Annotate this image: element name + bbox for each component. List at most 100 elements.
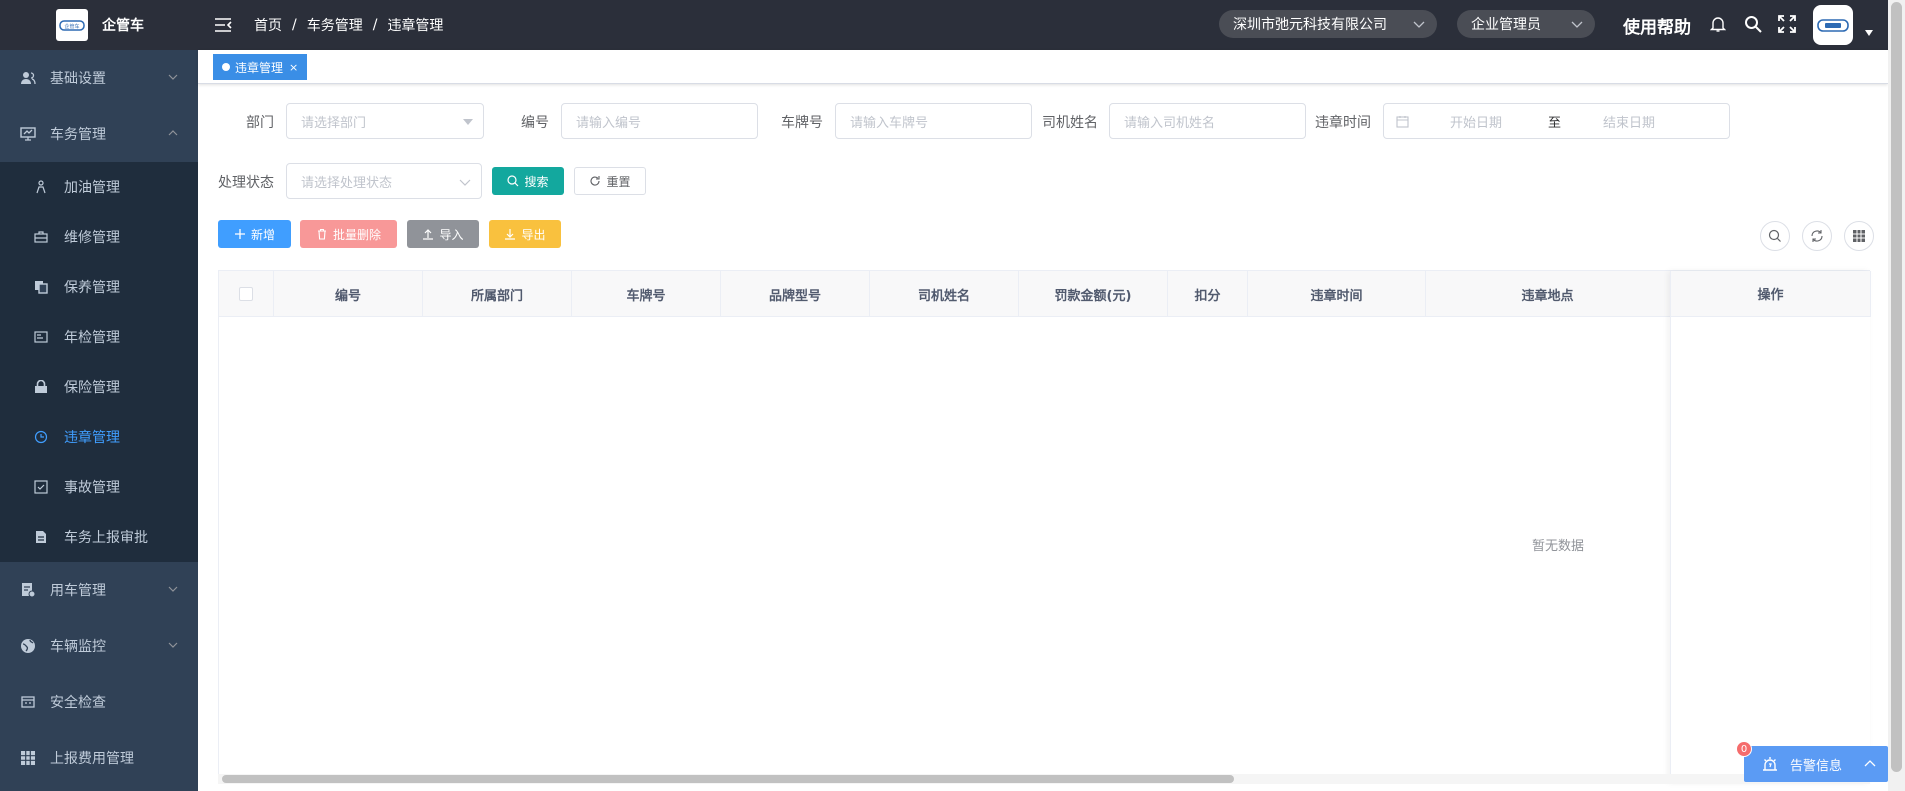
sidebar-group-expense-report[interactable]: 上报费用管理	[0, 730, 198, 786]
sidebar-group-vehicle-usage[interactable]: 用车管理	[0, 562, 198, 618]
column-header-department[interactable]: 所属部门	[423, 271, 572, 317]
sidebar-item-label: 保险管理	[64, 380, 120, 396]
company-select[interactable]: 深圳市弛元科技有限公司	[1219, 10, 1437, 38]
chevron-down-icon	[168, 642, 178, 648]
chevron-down-icon	[168, 74, 178, 80]
tag-violation[interactable]: 违章管理 ×	[213, 54, 308, 80]
refresh-icon	[1811, 230, 1823, 242]
driver-label: 司机姓名	[1042, 115, 1098, 131]
sidebar-group-basic-settings[interactable]: 基础设置	[0, 50, 198, 106]
chevron-down-icon	[1413, 21, 1425, 28]
violation-table: 编号 所属部门 车牌号 品牌型号 司机姓名 罚款金额(元) 扣分 违章时间 违章…	[218, 270, 1871, 784]
column-header-violation-time[interactable]: 违章时间	[1248, 271, 1426, 317]
breadcrumb-current: 违章管理	[387, 18, 444, 34]
sidebar: 企管车 企管车 基础设置 车务管理 加油管理 维修管理 保养管理 年检管理 保险…	[0, 0, 198, 791]
sidebar-item-label: 保养管理	[64, 280, 120, 296]
sidebar-group-safety-check[interactable]: 安全检查	[0, 674, 198, 730]
reset-button[interactable]: 重置	[574, 167, 646, 195]
fullscreen-icon[interactable]	[1778, 15, 1796, 33]
sidebar-item-accident[interactable]: 事故管理	[0, 462, 198, 512]
search-icon	[507, 175, 519, 187]
select-all-checkbox[interactable]	[239, 287, 253, 301]
columns-button[interactable]	[1844, 221, 1874, 251]
upload-icon	[423, 229, 434, 240]
column-header-driver[interactable]: 司机姓名	[870, 271, 1019, 317]
tag-close-icon[interactable]: ×	[289, 61, 298, 74]
sidebar-item-insurance[interactable]: 保险管理	[0, 362, 198, 412]
sidebar-item-label: 年检管理	[64, 330, 120, 346]
app-title: 企管车	[102, 18, 144, 34]
breadcrumb-home[interactable]: 首页	[254, 15, 282, 35]
plate-input[interactable]: 请输入车牌号	[835, 103, 1032, 139]
column-header-plate[interactable]: 车牌号	[572, 271, 721, 317]
sidebar-logo[interactable]: 企管车 企管车	[0, 0, 198, 50]
dept-label: 部门	[246, 115, 274, 131]
alert-widget[interactable]: 告警信息	[1744, 746, 1888, 782]
column-header-violation-location[interactable]: 违章地点	[1426, 271, 1669, 317]
sidebar-item-violation[interactable]: 违章管理	[0, 412, 198, 462]
hamburger-icon[interactable]	[214, 17, 232, 33]
calendar-icon	[1396, 115, 1409, 128]
column-header-points[interactable]: 扣分	[1168, 271, 1248, 317]
sidebar-item-report-approval[interactable]: 车务上报审批	[0, 512, 198, 562]
globe-icon	[21, 639, 35, 653]
chevron-up-icon[interactable]	[1864, 759, 1876, 767]
caret-down-icon[interactable]	[1865, 30, 1873, 36]
end-date-placeholder[interactable]: 结束日期	[1603, 112, 1655, 131]
sidebar-group-vehicle-affairs[interactable]: 车务管理	[0, 106, 198, 162]
sidebar-item-label: 事故管理	[64, 480, 120, 496]
start-date-placeholder[interactable]: 开始日期	[1450, 112, 1502, 131]
refresh-button[interactable]	[1802, 221, 1832, 251]
sidebar-item-repair[interactable]: 维修管理	[0, 212, 198, 262]
plate-label: 车牌号	[781, 115, 823, 131]
sidebar-item-fuel[interactable]: 加油管理	[0, 162, 198, 212]
status-label: 处理状态	[218, 175, 274, 191]
monitor-icon	[20, 127, 36, 141]
help-link[interactable]: 使用帮助	[1623, 13, 1691, 38]
search-button[interactable]: 搜索	[492, 167, 564, 195]
avatar[interactable]	[1813, 5, 1853, 45]
role-select[interactable]: 企业管理员	[1457, 10, 1595, 38]
sidebar-group-label: 车务管理	[50, 127, 106, 143]
refresh-icon	[590, 176, 601, 186]
sidebar-item-maintenance[interactable]: 保养管理	[0, 262, 198, 312]
plate-placeholder: 请输入车牌号	[850, 115, 929, 131]
tag-label: 违章管理	[235, 60, 284, 75]
date-range-picker[interactable]: 开始日期 至 结束日期	[1383, 103, 1730, 139]
breadcrumb-separator: /	[292, 17, 297, 33]
column-header-fine[interactable]: 罚款金额(元)	[1019, 271, 1168, 317]
horizontal-scrollbar-thumb[interactable]	[222, 775, 1234, 783]
driver-placeholder: 请输入司机姓名	[1124, 115, 1216, 131]
code-input[interactable]: 请输入编号	[561, 103, 758, 139]
chevron-down-icon	[459, 179, 471, 186]
export-button[interactable]: 导出	[489, 220, 561, 248]
horizontal-scrollbar[interactable]	[218, 774, 1870, 784]
table-header: 编号 所属部门 车牌号 品牌型号 司机姓名 罚款金额(元) 扣分 违章时间 违章…	[219, 271, 1871, 317]
alert-count-badge: 0	[1736, 741, 1752, 757]
batch-delete-button[interactable]: 批量删除	[300, 220, 397, 248]
sidebar-group-label: 上报费用管理	[50, 751, 134, 767]
checkbox-icon	[34, 480, 48, 494]
sidebar-group-label: 用车管理	[50, 583, 106, 599]
sidebar-item-annual-inspection[interactable]: 年检管理	[0, 312, 198, 362]
status-select[interactable]: 请选择处理状态	[286, 163, 482, 199]
search-icon[interactable]	[1744, 15, 1762, 33]
vertical-scrollbar[interactable]	[1888, 0, 1905, 791]
vertical-scrollbar-thumb[interactable]	[1891, 2, 1902, 772]
sidebar-group-label: 基础设置	[50, 71, 106, 87]
dept-select[interactable]: 请选择部门	[286, 103, 484, 139]
tags-view: 违章管理 ×	[198, 50, 1888, 84]
column-header-brand-model[interactable]: 品牌型号	[721, 271, 870, 317]
car-doc-icon	[22, 583, 36, 598]
add-button[interactable]: 新增	[218, 220, 291, 248]
reset-button-label: 重置	[606, 174, 631, 189]
app-root: 企管车 企管车 基础设置 车务管理 加油管理 维修管理 保养管理 年检管理 保险…	[0, 0, 1905, 791]
company-select-value: 深圳市弛元科技有限公司	[1233, 17, 1387, 33]
import-button[interactable]: 导入	[407, 220, 479, 248]
driver-input[interactable]: 请输入司机姓名	[1109, 103, 1306, 139]
breadcrumb-vehicle-affairs[interactable]: 车务管理	[307, 15, 363, 35]
bell-icon[interactable]	[1710, 15, 1726, 33]
sidebar-group-vehicle-monitor[interactable]: 车辆监控	[0, 618, 198, 674]
column-header-code[interactable]: 编号	[274, 271, 423, 317]
toggle-search-button[interactable]	[1760, 221, 1790, 251]
